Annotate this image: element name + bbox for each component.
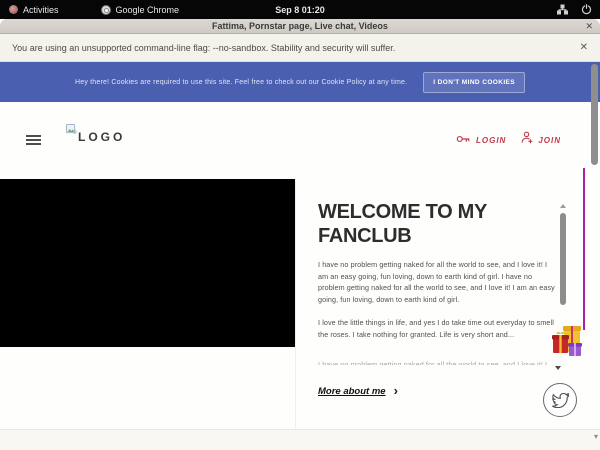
login-label: LOGIN <box>476 136 506 145</box>
warning-text: You are using an unsupported command-lin… <box>12 43 395 53</box>
hero-video-area[interactable] <box>0 179 295 347</box>
system-top-bar: Activities Google Chrome Sep 8 01:20 <box>0 0 600 19</box>
more-about-me-link[interactable]: More about me › <box>318 386 559 397</box>
login-button[interactable]: LOGIN <box>456 131 506 149</box>
join-button[interactable]: JOIN <box>521 131 561 149</box>
inner-scrollbar-up-icon[interactable] <box>560 204 566 208</box>
key-icon <box>456 131 471 149</box>
cookie-banner: Hey there! Cookies are required to use t… <box>0 62 600 102</box>
twitter-button[interactable] <box>543 383 577 417</box>
add-user-icon <box>521 131 533 149</box>
logo-text: LOGO <box>78 130 125 144</box>
clipped-paragraph-wrap: I have no problem getting naked for all … <box>318 359 559 365</box>
page-title: WELCOME TO MY FANCLUB <box>318 200 559 248</box>
window-title-bar[interactable]: Fattima, Pornstar page, Live chat, Video… <box>0 19 600 34</box>
window-title: Fattima, Pornstar page, Live chat, Video… <box>212 21 388 31</box>
site-logo[interactable]: LOGO <box>66 122 125 144</box>
chevron-right-icon: › <box>394 386 398 396</box>
screen: Activities Google Chrome Sep 8 01:20 Fat… <box>0 0 600 450</box>
inner-scrollbar-thumb[interactable] <box>560 213 566 305</box>
clock[interactable]: Sep 8 01:20 <box>0 5 600 15</box>
gift-widget-collapse-icon[interactable] <box>555 366 561 370</box>
warning-close-icon[interactable]: ✕ <box>580 42 588 53</box>
gift-ribbon-string <box>583 168 585 330</box>
intro-paragraph-3-clipped: I have no problem getting naked for all … <box>318 359 559 365</box>
power-icon[interactable] <box>581 4 592 15</box>
chrome-warning-bar: You are using an unsupported command-lin… <box>0 34 600 62</box>
browser-scrollbar-down-icon[interactable]: ▾ <box>594 433 598 441</box>
network-icon[interactable] <box>557 4 568 15</box>
browser-scrollbar-thumb[interactable] <box>591 64 598 165</box>
fanclub-intro: WELCOME TO MY FANCLUB I have no problem … <box>318 200 559 397</box>
page-bottom-strip <box>0 430 600 450</box>
cookie-accept-button[interactable]: I DON'T MIND COOKIES <box>423 72 525 93</box>
webpage: LOGO LOGIN JOIN WELCOME TO MY FANCLUB I … <box>0 102 600 450</box>
intro-paragraph-2: I love the little things in life, and ye… <box>318 317 559 340</box>
broken-image-icon <box>66 122 77 140</box>
twitter-bird-icon <box>552 393 569 408</box>
cookie-message: Hey there! Cookies are required to use t… <box>75 79 407 86</box>
hamburger-menu-icon[interactable] <box>26 135 41 148</box>
intro-paragraph-1: I have no problem getting naked for all … <box>318 259 559 305</box>
join-label: JOIN <box>538 136 561 145</box>
window-close-icon[interactable]: ✕ <box>585 21 593 32</box>
more-about-me-label: More about me <box>318 386 386 397</box>
column-divider <box>295 179 296 430</box>
